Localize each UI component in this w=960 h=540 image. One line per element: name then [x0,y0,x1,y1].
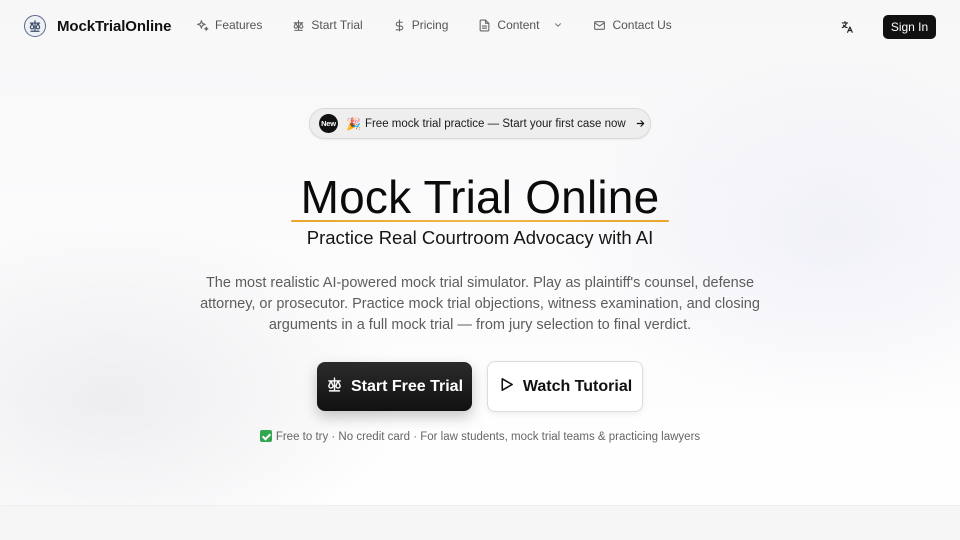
watch-tutorial-button[interactable]: Watch Tutorial [487,361,643,412]
nav-link-pricing[interactable]: Pricing [393,18,449,32]
document-icon [478,19,491,32]
cta-row: Start Free Trial Watch Tutorial [317,361,643,412]
next-section-band [0,505,960,540]
chevron-down-icon [553,20,563,30]
nav-link-label: Pricing [411,18,449,32]
sparkles-icon [196,19,209,32]
title-underline [291,220,669,222]
nav-link-label: Contact Us [612,18,672,32]
hero-description: The most realistic AI-powered mock trial… [200,275,760,333]
brand-link[interactable]: MockTrialOnline [24,15,171,37]
page-background [0,0,960,540]
nav-link-label: Features [215,18,263,32]
play-icon [498,376,515,398]
top-navbar: MockTrialOnline Features Start Trial Pri… [0,0,960,54]
hero-title: Mock Trial Online [300,171,660,223]
nav-links: Features Start Trial Pricing Content Con… [196,18,702,32]
trust-line: Free to try · No credit card · For law s… [0,430,960,443]
announcement-text: Free mock trial practice — Start your fi… [364,117,626,130]
start-free-trial-button[interactable]: Start Free Trial [317,362,472,411]
nav-link-label: Start Trial [311,18,363,32]
new-badge: New [319,114,338,133]
party-popper-icon: 🎉 [346,116,361,131]
nav-link-content[interactable]: Content [478,18,563,32]
scales-icon [292,19,305,32]
arrow-right-icon [635,118,646,129]
brand-name: MockTrialOnline [57,17,172,35]
hero-subtitle: Practice Real Courtroom Advocacy with AI [306,227,654,248]
translate-icon[interactable] [838,18,856,36]
nav-link-features[interactable]: Features [196,18,262,32]
check-icon [259,430,272,442]
scales-icon [24,15,46,37]
announcement-pill[interactable]: New 🎉 Free mock trial practice — Start y… [309,108,651,139]
watch-tutorial-label: Watch Tutorial [522,377,633,395]
mail-icon [593,19,606,32]
trust-text: Free to try · No credit card · For law s… [275,431,701,443]
dollar-icon [393,19,406,32]
nav-link-contact[interactable]: Contact Us [593,18,672,32]
start-free-trial-label: Start Free Trial [350,377,464,395]
nav-link-start-trial[interactable]: Start Trial [292,18,363,32]
nav-link-label: Content [497,18,540,32]
scales-icon [326,376,343,398]
sign-in-button[interactable]: Sign In [883,15,936,39]
